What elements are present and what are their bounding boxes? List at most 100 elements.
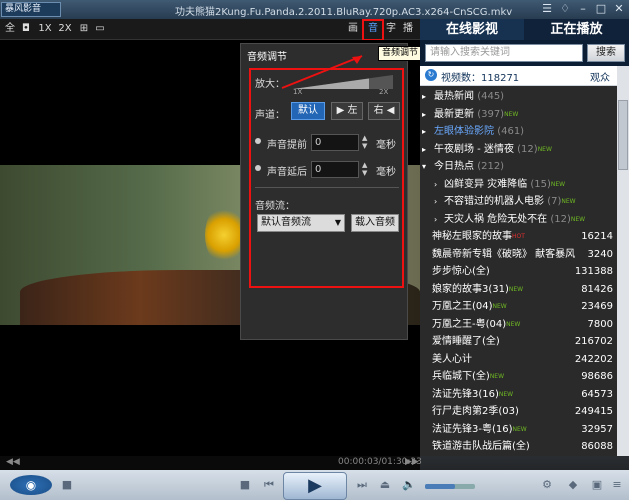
app-logo[interactable]: 暴风影音	[1, 2, 61, 17]
maximize-icon[interactable]: □	[594, 2, 608, 16]
tab-now-playing[interactable]: 正在播放	[524, 19, 629, 40]
video-count: 视频数：118271	[441, 73, 520, 84]
stepper-icon[interactable]: ▲ ▼	[362, 134, 367, 150]
zoom-1x-button[interactable]: 1X	[38, 22, 52, 36]
left-eye-icon[interactable]: ◉	[10, 475, 52, 495]
video-item[interactable]: 铁道游击队战后篇(全) 86088	[420, 438, 617, 455]
toolbox-icon[interactable]: ⚙	[540, 478, 554, 492]
video-item[interactable]: 法证先锋3-粤(16)NEW 32957	[420, 421, 617, 438]
expand-icon[interactable]: ›	[434, 176, 437, 193]
forward-icon[interactable]: ▶▶	[405, 457, 419, 467]
close-icon[interactable]: ✕	[612, 2, 626, 16]
expand-icon[interactable]: ▸	[422, 106, 426, 123]
dropdown-icon: ▼	[334, 218, 341, 227]
channel-default-button[interactable]: 默认	[291, 102, 325, 120]
expand-icon[interactable]: ›	[434, 193, 437, 210]
subcategory-item[interactable]: › 不容错过的机器人电影 (7)NEW	[420, 193, 617, 210]
stepper-icon[interactable]: ▲ ▼	[362, 161, 367, 177]
view-button[interactable]: 观众	[590, 69, 610, 84]
expand-icon[interactable]: ›	[434, 211, 437, 228]
category-item[interactable]: ▸ 午夜剧场 - 迷情夜 (12)NEW	[420, 141, 617, 158]
category-name: 午夜剧场 - 迷情夜	[434, 143, 514, 155]
scrollbar-thumb[interactable]	[618, 100, 628, 170]
search-input[interactable]: 请输入搜索关键词	[425, 44, 583, 62]
category-item[interactable]: ▸ 左眼体验影院 (461)	[420, 123, 617, 140]
radio-dot-icon[interactable]	[255, 165, 261, 171]
refresh-icon[interactable]: ↻	[425, 69, 437, 81]
video-views: 64573	[581, 388, 613, 400]
zoom-2x-button[interactable]: 2X	[58, 22, 72, 36]
video-item[interactable]: 法证先锋3(16)NEW 64573	[420, 386, 617, 403]
video-views: 3240	[587, 248, 613, 260]
tab-picture[interactable]: 画	[347, 22, 359, 36]
audio-ahead-input[interactable]: 0	[311, 134, 359, 151]
video-item[interactable]: 神秘左眼家的故事HOT 16214	[420, 228, 617, 245]
tab-online-video[interactable]: 在线影视	[420, 19, 524, 40]
subcategory-item[interactable]: › 天灾人祸 危险无处不在 (12)NEW	[420, 211, 617, 228]
video-item[interactable]: 兵临城下(全)NEW 98686	[420, 368, 617, 385]
video-item[interactable]: 爱情睡醒了(全) 216702	[420, 333, 617, 350]
channel-right-button[interactable]: 右 ◀	[368, 102, 400, 120]
video-views: 98686	[581, 371, 613, 382]
next-icon[interactable]: ⏭	[355, 478, 369, 492]
expand-icon[interactable]: ▸	[422, 88, 426, 105]
play-button[interactable]: ▶	[283, 472, 347, 500]
video-item[interactable]: 美人心计 242202	[420, 351, 617, 368]
video-item[interactable]: 万凰之王-粤(04)NEW 7800	[420, 316, 617, 333]
menu-icon[interactable]: ☰	[540, 2, 554, 16]
stop-icon[interactable]: ■	[60, 478, 74, 492]
load-audio-button[interactable]: 载入音频	[351, 214, 399, 232]
video-list: ▸ 最热新闻 (445) ▸ 最新更新 (397)NEW ▸ 左眼体验影院 (461) ▸ 午…	[420, 86, 617, 456]
divider	[255, 187, 399, 188]
tab-playback[interactable]: 播	[402, 22, 414, 36]
sidebar-toggle-icon[interactable]: ▣	[590, 478, 604, 492]
category-name: 最新更新	[434, 108, 474, 120]
expand-icon[interactable]: ▸	[422, 123, 426, 140]
category-item[interactable]: ▸ 最热新闻 (445)	[420, 88, 617, 105]
minimal-mode-icon[interactable]: ▭	[94, 22, 106, 36]
subcategory-count: (15)	[530, 178, 551, 190]
video-toolbar: 全 ◘ 1X 2X ⊞ ▭ 画 音 字 播	[0, 19, 420, 40]
rewind-icon[interactable]: ◀◀	[6, 457, 20, 467]
volume-icon[interactable]: 🔈	[402, 478, 416, 492]
video-item[interactable]: 步步惊心(全) 131388	[420, 263, 617, 280]
channel-left-button[interactable]: ▶ 左	[331, 102, 363, 120]
seek-bar[interactable]: ◀◀ 00:00:03/01:30:23 ▶▶	[0, 456, 422, 470]
fullscreen-button[interactable]: 全	[4, 22, 16, 36]
video-item[interactable]: 万凰之王(04)NEW 23469	[420, 298, 617, 315]
tab-subtitle[interactable]: 字	[385, 22, 397, 36]
skin-icon[interactable]: ♢	[558, 2, 572, 16]
search-button[interactable]: 搜索	[587, 44, 625, 62]
previous-icon[interactable]: ⏮	[262, 478, 276, 492]
minimize-icon[interactable]: –	[576, 2, 590, 16]
video-item[interactable]: 魏晨帝新专辑《破晓》 献客暴风 3240	[420, 246, 617, 263]
gift-icon[interactable]: ◆	[566, 478, 580, 492]
video-title: 美人心计	[432, 353, 472, 365]
new-badge: NEW	[537, 145, 552, 153]
category-item[interactable]: ▸ 最新更新 (397)NEW	[420, 106, 617, 123]
radio-dot-icon[interactable]	[255, 138, 261, 144]
audio-tab-highlight	[362, 19, 384, 41]
new-badge: NEW	[498, 390, 514, 398]
category-item[interactable]: ▾ 今日热点 (212)	[420, 158, 617, 175]
playlist-icon[interactable]: ≡	[610, 478, 624, 492]
subcategory-item[interactable]: › 凶鲜变异 灾难降临 (15)NEW	[420, 176, 617, 193]
video-item[interactable]: 娘家的故事3(31)NEW 81426	[420, 281, 617, 298]
video-title: 步步惊心(全)	[432, 266, 490, 277]
window-title: 功夫熊猫2Kung.Fu.Panda.2.2011.BluRay.720p.AC…	[175, 7, 513, 18]
audio-stream-select[interactable]: 默认音频流 ▼	[257, 214, 345, 232]
new-badge: NEW	[489, 373, 505, 380]
title-bar: 暴风影音 功夫熊猫2Kung.Fu.Panda.2.2011.BluRay.72…	[0, 0, 629, 19]
video-title: 神秘左眼家的故事	[432, 231, 512, 242]
video-title: 兵临城下(全)	[432, 371, 490, 382]
expand-icon[interactable]: ▾	[422, 158, 426, 175]
new-badge: NEW	[561, 198, 576, 205]
video-item[interactable]: 行尸走肉第2季(03) 249415	[420, 403, 617, 420]
eject-icon[interactable]: ⏏	[378, 478, 392, 492]
lock-icon[interactable]: ◘	[20, 22, 32, 36]
audio-delay-input[interactable]: 0	[311, 161, 359, 178]
pip-icon[interactable]: ⊞	[78, 22, 90, 36]
stop-button[interactable]: ■	[238, 478, 252, 492]
video-views: 7800	[587, 318, 613, 330]
expand-icon[interactable]: ▸	[422, 141, 426, 158]
